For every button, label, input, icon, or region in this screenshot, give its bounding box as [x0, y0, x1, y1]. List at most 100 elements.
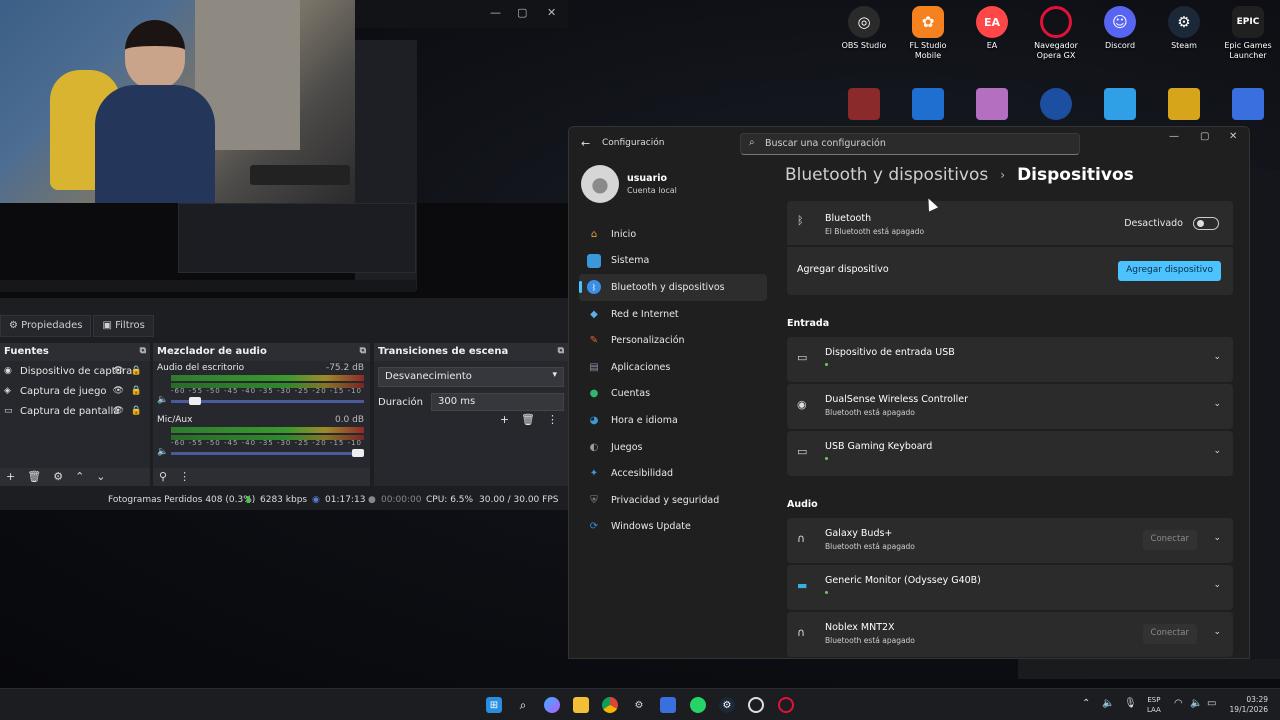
tab-properties[interactable]: ⚙ Propiedades [0, 315, 92, 337]
device-card[interactable]: ▭ USB Gaming Keyboard ⌄ [787, 431, 1233, 476]
source-item[interactable]: ◈ Captura de juego 👁 🔒 [0, 381, 150, 401]
language-indicator[interactable]: ESP LAA [1147, 695, 1161, 715]
clock[interactable]: 03:29 19/1/2026 [1226, 695, 1268, 715]
volume-icon[interactable]: 🔈 [1190, 698, 1202, 709]
fnaf-icon[interactable] [1168, 88, 1200, 120]
nav-item-cuentas[interactable]: ● Cuentas [579, 381, 767, 408]
more-icon[interactable]: ⋮ [547, 413, 558, 426]
desktop-icon-fl-studio[interactable]: ✿ FL Studio Mobile [896, 6, 960, 61]
desktop-icon-obs[interactable]: ◎ OBS Studio [832, 6, 896, 51]
trash-icon[interactable]: 🗑 [27, 470, 41, 484]
nav-item-sistema[interactable]: Sistema [579, 248, 767, 275]
nav-item-windows-update[interactable]: ⟳ Windows Update [579, 514, 767, 541]
device-card[interactable]: ◉ DualSense Wireless Controller Bluetoot… [787, 384, 1233, 429]
chevron-down-icon[interactable]: ⌄ [1213, 580, 1221, 590]
microphone-icon[interactable]: 🎙 [1124, 698, 1137, 709]
wifi-icon[interactable]: ◠ [1174, 698, 1183, 709]
back-arrow-icon[interactable]: ← [581, 137, 590, 150]
nav-item-red[interactable]: ◆ Red e Internet [579, 301, 767, 328]
opera-gx-icon[interactable] [778, 697, 794, 713]
chevron-down-icon[interactable]: ⌄ [1213, 352, 1221, 362]
speaker-icon[interactable]: 🔈 [157, 395, 168, 405]
nav-item-inicio[interactable]: ⌂ Inicio [579, 221, 767, 248]
tab-filters[interactable]: ▣ Filtros [93, 315, 154, 337]
add-icon[interactable]: + [500, 413, 509, 426]
device-card[interactable]: ▭ Dispositivo de entrada USB ⌄ [787, 337, 1233, 382]
steam-icon[interactable]: ⚙ [719, 697, 735, 713]
chevron-down-icon[interactable]: ⌄ [1213, 627, 1221, 637]
chevron-down-icon[interactable]: ⌄ [1213, 446, 1221, 456]
desktop-icon-steam[interactable]: ⚙ Steam [1152, 6, 1216, 51]
trash-icon[interactable]: 🗑 [521, 413, 535, 426]
undock-icon[interactable]: ⧉ [140, 346, 146, 356]
undock-icon[interactable]: ⧉ [558, 346, 564, 356]
more-icon[interactable]: ⋮ [179, 470, 190, 484]
gear-icon[interactable]: ⚙ [53, 470, 63, 484]
bluetooth-toggle[interactable] [1193, 217, 1219, 230]
volume-slider-knob[interactable] [352, 449, 364, 457]
lock-icon[interactable]: 🔒 [131, 386, 142, 396]
speaker-icon[interactable]: 🔈 [157, 447, 168, 457]
nav-item-accesibilidad[interactable]: ✦ Accesibilidad [579, 460, 767, 487]
chrome-icon[interactable] [602, 697, 618, 713]
chevron-up-icon[interactable]: ⌃ [75, 470, 84, 484]
roblox-icon[interactable] [1232, 88, 1264, 120]
add-device-button[interactable]: Agregar dispositivo [1118, 261, 1221, 281]
nav-item-privacidad[interactable]: ⛨ Privacidad y seguridad [579, 487, 767, 514]
game-icon[interactable] [848, 88, 880, 120]
undock-icon[interactable]: ⧉ [360, 346, 366, 356]
obs-icon[interactable] [748, 697, 764, 713]
settings-search-input[interactable]: ⌕ Buscar una configuración [740, 133, 1080, 155]
eye-icon[interactable]: 👁 [113, 386, 124, 396]
maximize-icon[interactable]: ▢ [1200, 131, 1209, 142]
eye-icon[interactable]: 👁 [113, 366, 124, 376]
desktop-icon-ea[interactable]: EA EA [960, 6, 1024, 51]
minimize-icon[interactable]: — [1169, 131, 1179, 142]
device-card[interactable]: ∩ Galaxy Buds+ Bluetooth está apagado Co… [787, 518, 1233, 563]
volume-slider-knob[interactable] [189, 397, 201, 405]
desktop-icon-epic-games[interactable]: EPIC Epic Games Launcher [1216, 6, 1280, 61]
link-icon[interactable]: ⚲ [159, 470, 167, 484]
chevron-down-icon[interactable]: ⌄ [1213, 533, 1221, 543]
wallpaper-engine-icon[interactable] [912, 88, 944, 120]
file-explorer-icon[interactable] [573, 697, 589, 713]
breadcrumb-parent[interactable]: Bluetooth y dispositivos [785, 165, 988, 185]
nav-item-aplicaciones[interactable]: ▤ Aplicaciones [579, 354, 767, 381]
audio-tray-icon[interactable]: 🔈 [1102, 698, 1114, 709]
minimize-icon[interactable]: — [490, 6, 501, 19]
rocket-league-icon[interactable] [1040, 88, 1072, 120]
nav-item-personalizacion[interactable]: ✎ Personalización [579, 327, 767, 354]
chevron-up-icon[interactable]: ⌃ [1082, 698, 1090, 709]
windows-start-icon[interactable]: ⊞ [486, 697, 502, 713]
close-icon[interactable]: ✕ [547, 6, 556, 19]
nav-item-bluetooth[interactable]: ᛒ Bluetooth y dispositivos [579, 274, 767, 301]
nav-item-hora[interactable]: ◕ Hora e idioma [579, 407, 767, 434]
connect-button[interactable]: Conectar [1142, 530, 1197, 550]
volume-slider[interactable] [171, 452, 364, 455]
desktop-icon-opera-gx[interactable]: Navegador Opera GX [1024, 6, 1088, 61]
add-icon[interactable]: + [6, 470, 15, 484]
lock-icon[interactable]: 🔒 [131, 366, 142, 376]
connect-button[interactable]: Conectar [1142, 624, 1197, 644]
device-card[interactable]: ▬ Generic Monitor (Odyssey G40B) ⌄ [787, 565, 1233, 610]
desktop-icon-discord[interactable]: ☺ Discord [1088, 6, 1152, 51]
copilot-icon[interactable] [544, 697, 560, 713]
whatsapp-icon[interactable] [690, 697, 706, 713]
nav-item-juegos[interactable]: ◐ Juegos [579, 434, 767, 461]
chevron-down-icon[interactable]: ⌄ [1213, 399, 1221, 409]
settings-icon[interactable]: ⚙ [631, 697, 647, 713]
duration-input[interactable]: 300 ms [431, 393, 564, 411]
source-item[interactable]: ◉ Dispositivo de captura 👁 🔒 [0, 361, 150, 381]
battery-icon[interactable]: ▭ [1207, 698, 1216, 709]
fortnite-icon[interactable] [1104, 88, 1136, 120]
app-icon[interactable] [976, 88, 1008, 120]
eye-icon[interactable]: 👁 [113, 406, 124, 416]
chevron-down-icon[interactable]: ⌄ [96, 470, 105, 484]
search-icon[interactable]: ⌕ [515, 697, 531, 713]
transition-select[interactable]: Desvanecimiento ▾ [378, 367, 564, 387]
store-icon[interactable] [660, 697, 676, 713]
source-item[interactable]: ▭ Captura de pantalla 👁 🔒 [0, 401, 150, 421]
maximize-icon[interactable]: ▢ [517, 6, 527, 19]
user-profile[interactable]: ● usuario Cuenta local [581, 165, 677, 203]
close-icon[interactable]: ✕ [1229, 131, 1237, 142]
